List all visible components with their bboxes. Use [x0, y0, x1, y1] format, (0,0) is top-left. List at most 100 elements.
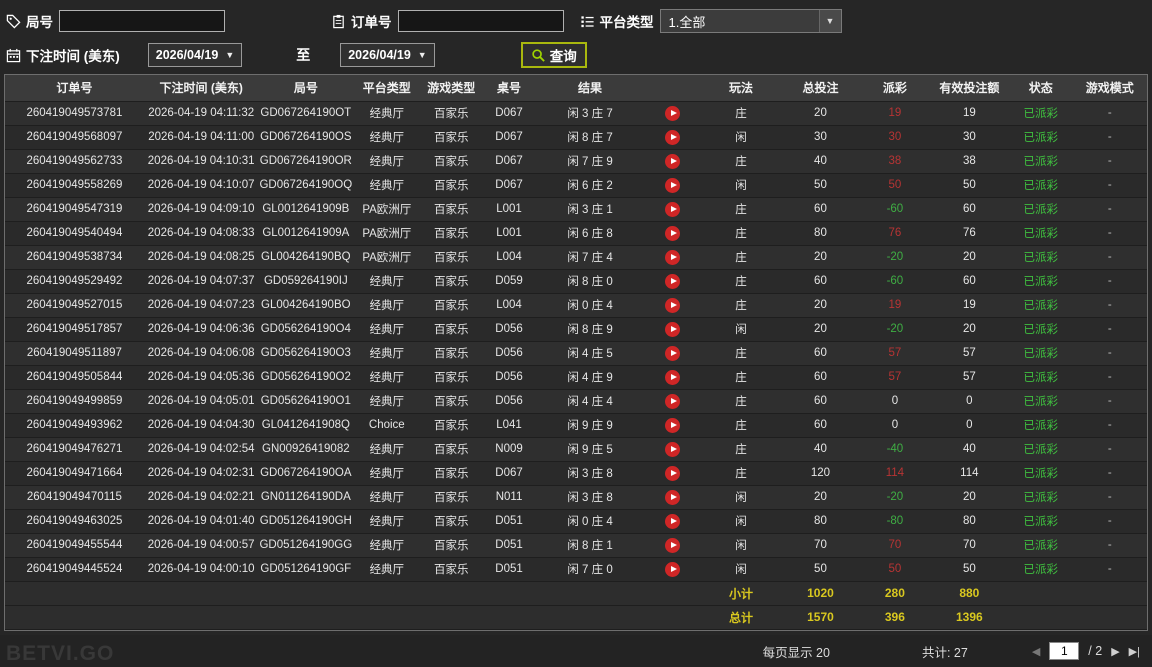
valid-cell: 57 — [929, 341, 1010, 366]
play-icon — [670, 230, 677, 236]
result-cell: 闲 3 庄 8 — [536, 461, 644, 486]
play-cell: 闲 — [701, 509, 781, 534]
mode-cell: - — [1072, 485, 1147, 510]
round-cell: GD059264190IJ — [258, 269, 354, 294]
page-number-input[interactable] — [1049, 642, 1080, 660]
result-cell: 闲 3 庄 7 — [536, 101, 644, 126]
result-cell: 闲 4 庄 5 — [536, 341, 644, 366]
table-cell: L001 — [481, 197, 537, 222]
game-cell: 百家乐 — [420, 365, 482, 390]
time-cell: 2026-04-19 04:08:25 — [143, 245, 259, 270]
mode-cell: - — [1072, 461, 1147, 486]
replay-button[interactable] — [665, 153, 681, 169]
table-cell: L004 — [481, 293, 537, 318]
result-cell: 闲 9 庄 5 — [536, 437, 644, 462]
replay-button[interactable] — [665, 273, 681, 289]
platform-cell: PA欧洲厅 — [353, 221, 421, 246]
column-header-status: 状态 — [1009, 75, 1073, 102]
table-cell: D067 — [481, 101, 537, 126]
clipboard-icon — [331, 14, 346, 29]
payout-cell: -80 — [860, 509, 930, 534]
time-cell: 2026-04-19 04:09:10 — [143, 197, 259, 222]
replay-button[interactable] — [665, 393, 681, 409]
status-cell: 已派彩 — [1009, 437, 1073, 462]
platform-select[interactable]: 1.全部 ▼ — [659, 9, 842, 33]
total-cell: 40 — [780, 437, 861, 462]
play-cell: 庄 — [701, 293, 781, 318]
replay-button[interactable] — [665, 129, 681, 145]
replay-cell — [643, 101, 702, 126]
replay-button[interactable] — [665, 441, 681, 457]
time-cell: 2026-04-19 04:07:37 — [143, 269, 259, 294]
table-row: 260419049476271 2026-04-19 04:02:54 GN0092… — [5, 437, 1147, 462]
time-cell: 2026-04-19 04:00:10 — [143, 557, 259, 582]
column-header-order: 订单号 — [5, 75, 144, 102]
platform-cell: 经典厅 — [353, 125, 421, 150]
replay-button[interactable] — [665, 513, 681, 529]
status-cell: 已派彩 — [1009, 341, 1073, 366]
round-input[interactable] — [59, 10, 225, 32]
replay-button[interactable] — [665, 465, 681, 481]
replay-button[interactable] — [665, 297, 681, 313]
valid-cell: 0 — [929, 389, 1010, 414]
valid-cell: 20 — [929, 485, 1010, 510]
replay-button[interactable] — [665, 201, 681, 217]
valid-cell: 76 — [929, 221, 1010, 246]
game-cell: 百家乐 — [420, 389, 482, 414]
mode-cell: - — [1072, 173, 1147, 198]
next-page-button[interactable]: ▶ — [1111, 645, 1119, 658]
filter-toolbar: 局号 订单号 平台类型 1.全部 ▼ 下注时间 (美东) 2026/04/19 … — [0, 0, 1152, 74]
payout-cell: -60 — [860, 269, 930, 294]
result-cell: 闲 0 庄 4 — [536, 509, 644, 534]
play-icon — [670, 398, 677, 404]
payout-cell: -20 — [860, 317, 930, 342]
replay-button[interactable] — [665, 105, 681, 121]
time-cell: 2026-04-19 04:10:31 — [143, 149, 259, 174]
payout-cell: 30 — [860, 125, 930, 150]
valid-cell: 20 — [929, 317, 1010, 342]
result-cell: 闲 7 庄 4 — [536, 245, 644, 270]
payout-cell: 57 — [860, 341, 930, 366]
platform-cell: 经典厅 — [353, 341, 421, 366]
last-page-button[interactable]: ▶| — [1129, 645, 1140, 658]
replay-button[interactable] — [665, 561, 681, 577]
replay-button[interactable] — [665, 345, 681, 361]
replay-cell — [643, 557, 702, 582]
table-cell: L041 — [481, 413, 537, 438]
replay-button[interactable] — [665, 225, 681, 241]
replay-button[interactable] — [665, 369, 681, 385]
table-cell: D051 — [481, 557, 537, 582]
platform-cell: 经典厅 — [353, 389, 421, 414]
date-to-value: 2026/04/19 — [348, 48, 411, 62]
platform-cell: PA欧洲厅 — [353, 197, 421, 222]
status-cell: 已派彩 — [1009, 221, 1073, 246]
replay-button[interactable] — [665, 417, 681, 433]
date-to-picker[interactable]: 2026/04/19 ▼ — [340, 43, 435, 67]
replay-button[interactable] — [665, 249, 681, 265]
search-icon — [531, 48, 546, 63]
status-cell: 已派彩 — [1009, 173, 1073, 198]
play-icon — [670, 182, 677, 188]
table-cell: D056 — [481, 341, 537, 366]
platform-selected-value: 1.全部 — [668, 14, 706, 30]
replay-button[interactable] — [665, 489, 681, 505]
date-from-picker[interactable]: 2026/04/19 ▼ — [147, 43, 243, 67]
calendar-icon — [6, 48, 21, 63]
replay-button[interactable] — [665, 321, 681, 337]
table-row: 260419049527015 2026-04-19 04:07:23 GL0042… — [5, 293, 1147, 318]
platform-cell: 经典厅 — [353, 269, 421, 294]
replay-cell — [643, 173, 702, 198]
mode-cell: - — [1072, 221, 1147, 246]
order-input[interactable] — [397, 10, 564, 32]
prev-page-button[interactable]: ◀ — [1032, 645, 1040, 658]
play-icon — [670, 326, 677, 332]
replay-button[interactable] — [665, 537, 681, 553]
status-cell: 已派彩 — [1009, 125, 1073, 150]
game-cell: 百家乐 — [420, 101, 482, 126]
game-cell: 百家乐 — [420, 533, 482, 558]
replay-button[interactable] — [665, 177, 681, 193]
search-button[interactable]: 查询 — [520, 42, 587, 68]
total-cell: 60 — [780, 389, 861, 414]
platform-cell: 经典厅 — [353, 461, 421, 486]
status-cell: 已派彩 — [1009, 197, 1073, 222]
